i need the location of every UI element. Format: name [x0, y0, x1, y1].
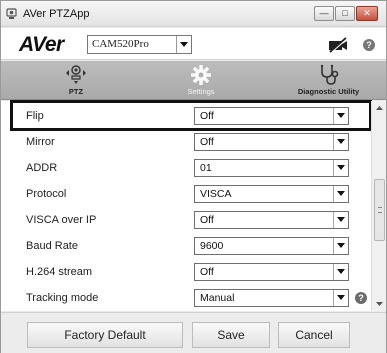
select-value: Off [200, 214, 214, 226]
h264-stream-select[interactable]: Off [194, 263, 349, 281]
settings-row-protocol: Protocol VISCA [1, 182, 371, 208]
tab-ptz[interactable]: PTZ [46, 61, 106, 100]
scroll-down-arrow-icon[interactable] [372, 297, 387, 311]
select-value: 9600 [200, 240, 224, 252]
row-label: ADDR [26, 162, 58, 174]
brand-bar: AVer CAM520Pro ? [1, 28, 386, 60]
camera-model-value: CAM520Pro [92, 38, 149, 50]
flip-select[interactable]: Off [194, 107, 349, 125]
row-label: H.264 stream [26, 266, 93, 278]
settings-row-flip: Flip Off [1, 104, 371, 130]
footer-bar: Factory Default Save Cancel [1, 312, 386, 353]
chevron-down-icon[interactable] [176, 36, 191, 53]
main-nav: PTZ Settings Diagnostic Utility [1, 61, 386, 100]
chevron-down-icon[interactable] [333, 264, 348, 280]
settings-row-tracking-mode: Tracking mode Manual ? [1, 286, 371, 311]
row-label: Protocol [26, 188, 67, 200]
settings-row-baud-rate: Baud Rate 9600 [1, 234, 371, 260]
row-label: Flip [26, 110, 44, 122]
tab-diagnostic-utility[interactable]: Diagnostic Utility [281, 61, 376, 100]
save-button[interactable]: Save [192, 322, 270, 348]
ptz-camera-icon [66, 65, 86, 84]
select-value: VISCA [200, 188, 232, 200]
settings-row-mirror: Mirror Off [1, 130, 371, 156]
title-bar[interactable]: AVer PTZApp — □ ✕ [1, 1, 386, 27]
gear-icon [191, 65, 211, 85]
aver-logo: AVer [19, 33, 64, 56]
chevron-down-icon[interactable] [333, 186, 348, 202]
tab-ptz-label: PTZ [68, 87, 84, 96]
tracking-mode-select[interactable]: Manual [194, 289, 349, 307]
help-icon[interactable]: ? [363, 39, 375, 51]
row-label: Mirror [26, 136, 55, 148]
factory-default-button[interactable]: Factory Default [27, 322, 183, 348]
select-value: Manual [200, 292, 235, 304]
camera-model-select[interactable]: CAM520Pro [87, 35, 192, 54]
chevron-down-icon[interactable] [333, 134, 348, 150]
tab-settings-label: Settings [187, 87, 215, 96]
chevron-down-icon[interactable] [333, 160, 348, 176]
scroll-thumb[interactable] [374, 179, 385, 241]
cancel-button[interactable]: Cancel [278, 322, 350, 348]
settings-row-visca-over-ip: VISCA over IP Off [1, 208, 371, 234]
mirror-select[interactable]: Off [194, 133, 349, 151]
camera-disconnected-icon[interactable] [327, 37, 349, 53]
protocol-select[interactable]: VISCA [194, 185, 349, 203]
tab-settings[interactable]: Settings [171, 61, 231, 100]
row-label: Tracking mode [26, 292, 99, 304]
visca-over-ip-select[interactable]: Off [194, 211, 349, 229]
select-value: Off [200, 266, 214, 278]
chevron-down-icon[interactable] [333, 108, 348, 124]
settings-row-addr: ADDR 01 [1, 156, 371, 182]
chevron-down-icon[interactable] [333, 290, 348, 306]
stethoscope-icon [320, 64, 338, 85]
baud-rate-select[interactable]: 9600 [194, 237, 349, 255]
addr-select[interactable]: 01 [194, 159, 349, 177]
settings-row-h264-stream: H.264 stream Off [1, 260, 371, 286]
app-icon [6, 8, 17, 19]
chevron-down-icon[interactable] [333, 212, 348, 228]
window-title: AVer PTZApp [23, 8, 90, 20]
select-value: Off [200, 136, 214, 148]
maximize-button[interactable]: □ [335, 6, 355, 21]
select-value: 01 [200, 162, 212, 174]
close-button[interactable]: ✕ [356, 6, 378, 21]
select-value: Off [200, 110, 214, 122]
app-window: AVer PTZApp — □ ✕ AVer CAM520Pro ? PTZ S… [0, 0, 387, 353]
settings-panel: Flip Off Mirror Off ADDR 01 Protocol VIS… [1, 101, 386, 311]
scroll-up-arrow-icon[interactable] [372, 101, 387, 115]
tab-diagnostic-label: Diagnostic Utility [297, 87, 360, 96]
chevron-down-icon[interactable] [333, 238, 348, 254]
row-label: VISCA over IP [26, 214, 97, 226]
tracking-mode-help-icon[interactable]: ? [355, 292, 367, 304]
minimize-button[interactable]: — [314, 6, 334, 21]
settings-scrollbar[interactable] [371, 101, 386, 311]
row-label: Baud Rate [26, 240, 78, 252]
